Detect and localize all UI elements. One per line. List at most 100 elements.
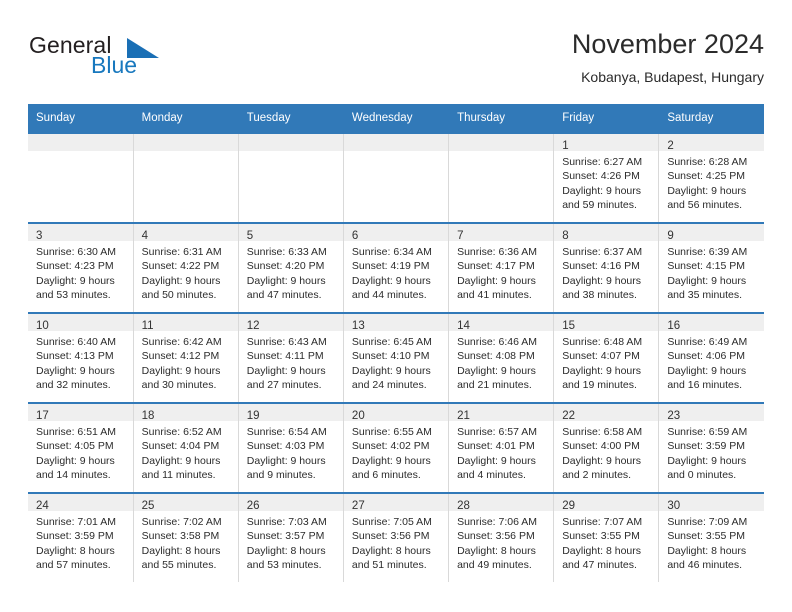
- calendar-day-cell[interactable]: 3 Sunrise: 6:30 AM Sunset: 4:23 PM Daylight…: [28, 222, 134, 313]
- calendar-day-cell[interactable]: 1 Sunrise: 6:27 AM Sunset: 4:26 PM Daylight…: [553, 132, 660, 223]
- calendar-day-cell[interactable]: 10 Sunrise: 6:40 AM Sunset: 4:13 PM Dayligh…: [28, 312, 134, 403]
- calendar-day-cell[interactable]: 4 Sunrise: 6:31 AM Sunset: 4:22 PM Daylight…: [133, 222, 239, 313]
- calendar-day-cell[interactable]: 28 Sunrise: 7:06 AM Sunset: 3:56 PM Dayligh…: [448, 492, 555, 582]
- daylight-text: and 56 minutes.: [667, 199, 743, 212]
- calendar-day-cell[interactable]: 29 Sunrise: 7:07 AM Sunset: 3:55 PM Dayligh…: [553, 492, 660, 582]
- sunrise-text: Sunrise: 6:54 AM: [246, 426, 327, 438]
- weekday-header-thursday: Thursday: [448, 104, 555, 133]
- daylight-text: Daylight: 9 hours: [246, 454, 326, 467]
- calendar-day-cell[interactable]: 26 Sunrise: 7:03 AM Sunset: 3:57 PM Dayligh…: [238, 492, 344, 582]
- calendar-day-cell[interactable]: 27 Sunrise: 7:05 AM Sunset: 3:56 PM Dayligh…: [343, 492, 450, 582]
- calendar-day-cell[interactable]: 16 Sunrise: 6:49 AM Sunset: 4:06 PM Dayligh…: [658, 312, 764, 403]
- day-details: [28, 151, 133, 155]
- daylight-text: and 30 minutes.: [141, 379, 217, 392]
- calendar-cell-empty: [133, 132, 239, 223]
- day-details: Sunrise: 7:05 AM Sunset: 3:56 PM Daylight:…: [344, 511, 448, 573]
- sunset-text: Sunset: 3:56 PM: [351, 530, 430, 543]
- sunset-text: Sunset: 3:59 PM: [36, 530, 114, 543]
- day-details: Sunrise: 6:33 AM Sunset: 4:20 PM Daylight:…: [239, 241, 343, 303]
- day-number-strip: 26: [238, 494, 343, 512]
- calendar-body: 1 Sunrise: 6:27 AM Sunset: 4:26 PM Daylight…: [28, 132, 764, 582]
- calendar-day-cell[interactable]: 20 Sunrise: 6:55 AM Sunset: 4:02 PM Dayligh…: [343, 402, 450, 493]
- daylight-text: and 44 minutes.: [351, 289, 427, 302]
- daylight-text: and 16 minutes.: [667, 379, 743, 392]
- day-number: 12: [246, 320, 260, 332]
- daylight-text: and 11 minutes.: [141, 469, 216, 482]
- calendar-day-cell[interactable]: 12 Sunrise: 6:43 AM Sunset: 4:11 PM Dayligh…: [238, 312, 344, 403]
- sunrise-text: Sunrise: 7:06 AM: [457, 516, 538, 528]
- sunrise-text: Sunrise: 7:07 AM: [562, 516, 643, 528]
- day-details: Sunrise: 7:01 AM Sunset: 3:59 PM Daylight:…: [28, 511, 133, 573]
- sunrise-text: Sunrise: 6:42 AM: [141, 336, 222, 348]
- day-details: Sunrise: 6:43 AM Sunset: 4:11 PM Daylight:…: [239, 331, 343, 393]
- calendar-day-cell[interactable]: 24 Sunrise: 7:01 AM Sunset: 3:59 PM Dayligh…: [28, 492, 134, 582]
- calendar-day-cell[interactable]: 22 Sunrise: 6:58 AM Sunset: 4:00 PM Dayligh…: [553, 402, 660, 493]
- day-number: 4: [141, 230, 149, 242]
- day-details: Sunrise: 6:42 AM Sunset: 4:12 PM Daylight:…: [134, 331, 238, 393]
- calendar-day-cell[interactable]: 11 Sunrise: 6:42 AM Sunset: 4:12 PM Dayligh…: [133, 312, 239, 403]
- calendar-day-cell[interactable]: 13 Sunrise: 6:45 AM Sunset: 4:10 PM Dayligh…: [343, 312, 450, 403]
- daylight-text: and 9 minutes.: [246, 469, 316, 482]
- calendar-day-cell[interactable]: 19 Sunrise: 6:54 AM Sunset: 4:03 PM Dayligh…: [238, 402, 344, 493]
- daylight-text: Daylight: 9 hours: [562, 184, 641, 197]
- calendar-day-cell[interactable]: 17 Sunrise: 6:51 AM Sunset: 4:05 PM Dayligh…: [28, 402, 134, 493]
- calendar-day-cell[interactable]: 21 Sunrise: 6:57 AM Sunset: 4:01 PM Dayligh…: [448, 402, 555, 493]
- daylight-text: and 4 minutes.: [457, 469, 526, 482]
- day-details: Sunrise: 6:52 AM Sunset: 4:04 PM Daylight:…: [134, 421, 238, 483]
- calendar-day-cell[interactable]: 15 Sunrise: 6:48 AM Sunset: 4:07 PM Dayligh…: [553, 312, 660, 403]
- sunrise-text: Sunrise: 6:34 AM: [351, 246, 432, 258]
- calendar-day-cell[interactable]: 9 Sunrise: 6:39 AM Sunset: 4:15 PM Daylight…: [658, 222, 764, 313]
- calendar-cell-empty: [343, 132, 450, 223]
- day-number-strip: 12: [238, 314, 343, 332]
- daylight-text: and 6 minutes.: [351, 469, 421, 482]
- calendar-day-cell[interactable]: 23 Sunrise: 6:59 AM Sunset: 3:59 PM Dayligh…: [658, 402, 764, 493]
- daylight-text: and 46 minutes.: [667, 559, 743, 572]
- calendar-day-cell[interactable]: 25 Sunrise: 7:02 AM Sunset: 3:58 PM Dayligh…: [133, 492, 239, 582]
- daylight-text: Daylight: 9 hours: [141, 364, 221, 377]
- day-number-strip: 5: [238, 224, 343, 242]
- daylight-text: and 59 minutes.: [562, 199, 637, 212]
- page-title: November 2024: [571, 29, 764, 59]
- sunrise-text: Sunrise: 6:28 AM: [667, 156, 748, 168]
- calendar-day-cell[interactable]: 30 Sunrise: 7:09 AM Sunset: 3:55 PM Dayligh…: [658, 492, 764, 582]
- day-details: Sunrise: 6:57 AM Sunset: 4:01 PM Daylight:…: [449, 421, 553, 483]
- sunset-text: Sunset: 4:10 PM: [351, 350, 430, 363]
- day-number-strip: 19: [238, 404, 343, 422]
- calendar-table: Sunday Monday Tuesday Wednesday Thursday Frid…: [28, 104, 764, 582]
- sunrise-text: Sunrise: 6:45 AM: [351, 336, 432, 348]
- brand-logo[interactable]: General Blue: [28, 32, 268, 88]
- calendar-day-cell[interactable]: 14 Sunrise: 6:46 AM Sunset: 4:08 PM Dayligh…: [448, 312, 555, 403]
- calendar-day-cell[interactable]: 18 Sunrise: 6:52 AM Sunset: 4:04 PM Dayligh…: [133, 402, 239, 493]
- day-number: 26: [246, 500, 260, 512]
- daylight-text: and 27 minutes.: [246, 379, 322, 392]
- sunrise-text: Sunrise: 6:36 AM: [457, 246, 538, 258]
- sunset-text: Sunset: 4:26 PM: [562, 170, 640, 183]
- day-number-strip: 6: [343, 224, 449, 242]
- daylight-text: Daylight: 9 hours: [36, 454, 115, 467]
- day-number-strip: [238, 134, 343, 151]
- daylight-text: Daylight: 9 hours: [351, 364, 431, 377]
- calendar-day-cell[interactable]: 6 Sunrise: 6:34 AM Sunset: 4:19 PM Daylight…: [343, 222, 450, 313]
- day-number-strip: 20: [343, 404, 449, 422]
- day-number-strip: 7: [449, 224, 554, 242]
- calendar-week-row: 3 Sunrise: 6:30 AM Sunset: 4:23 PM Daylight…: [28, 222, 764, 313]
- calendar-week-row: 1 Sunrise: 6:27 AM Sunset: 4:26 PM Daylight…: [28, 132, 764, 223]
- daylight-text: Daylight: 9 hours: [36, 364, 115, 377]
- day-details: Sunrise: 6:49 AM Sunset: 4:06 PM Daylight:…: [659, 331, 764, 393]
- day-number: 28: [457, 500, 470, 512]
- calendar-day-cell[interactable]: 7 Sunrise: 6:36 AM Sunset: 4:17 PM Daylight…: [448, 222, 555, 313]
- calendar-grid: Sunday Monday Tuesday Wednesday Thursday Frid…: [28, 104, 764, 582]
- calendar-day-cell[interactable]: 8 Sunrise: 6:37 AM Sunset: 4:16 PM Daylight…: [553, 222, 660, 313]
- daylight-text: and 38 minutes.: [562, 289, 637, 302]
- day-number-strip: 24: [28, 494, 133, 512]
- calendar-day-cell[interactable]: 2 Sunrise: 6:28 AM Sunset: 4:25 PM Daylight…: [658, 132, 764, 223]
- sunrise-text: Sunrise: 6:27 AM: [562, 156, 643, 168]
- day-number-strip: [449, 134, 554, 151]
- daylight-text: Daylight: 9 hours: [562, 364, 641, 377]
- sunset-text: Sunset: 4:03 PM: [246, 440, 325, 453]
- day-number: 9: [667, 230, 674, 242]
- calendar-day-cell[interactable]: 5 Sunrise: 6:33 AM Sunset: 4:20 PM Daylight…: [238, 222, 344, 313]
- daylight-text: Daylight: 9 hours: [246, 364, 326, 377]
- sunset-text: Sunset: 4:22 PM: [141, 260, 220, 273]
- day-details: [449, 151, 553, 155]
